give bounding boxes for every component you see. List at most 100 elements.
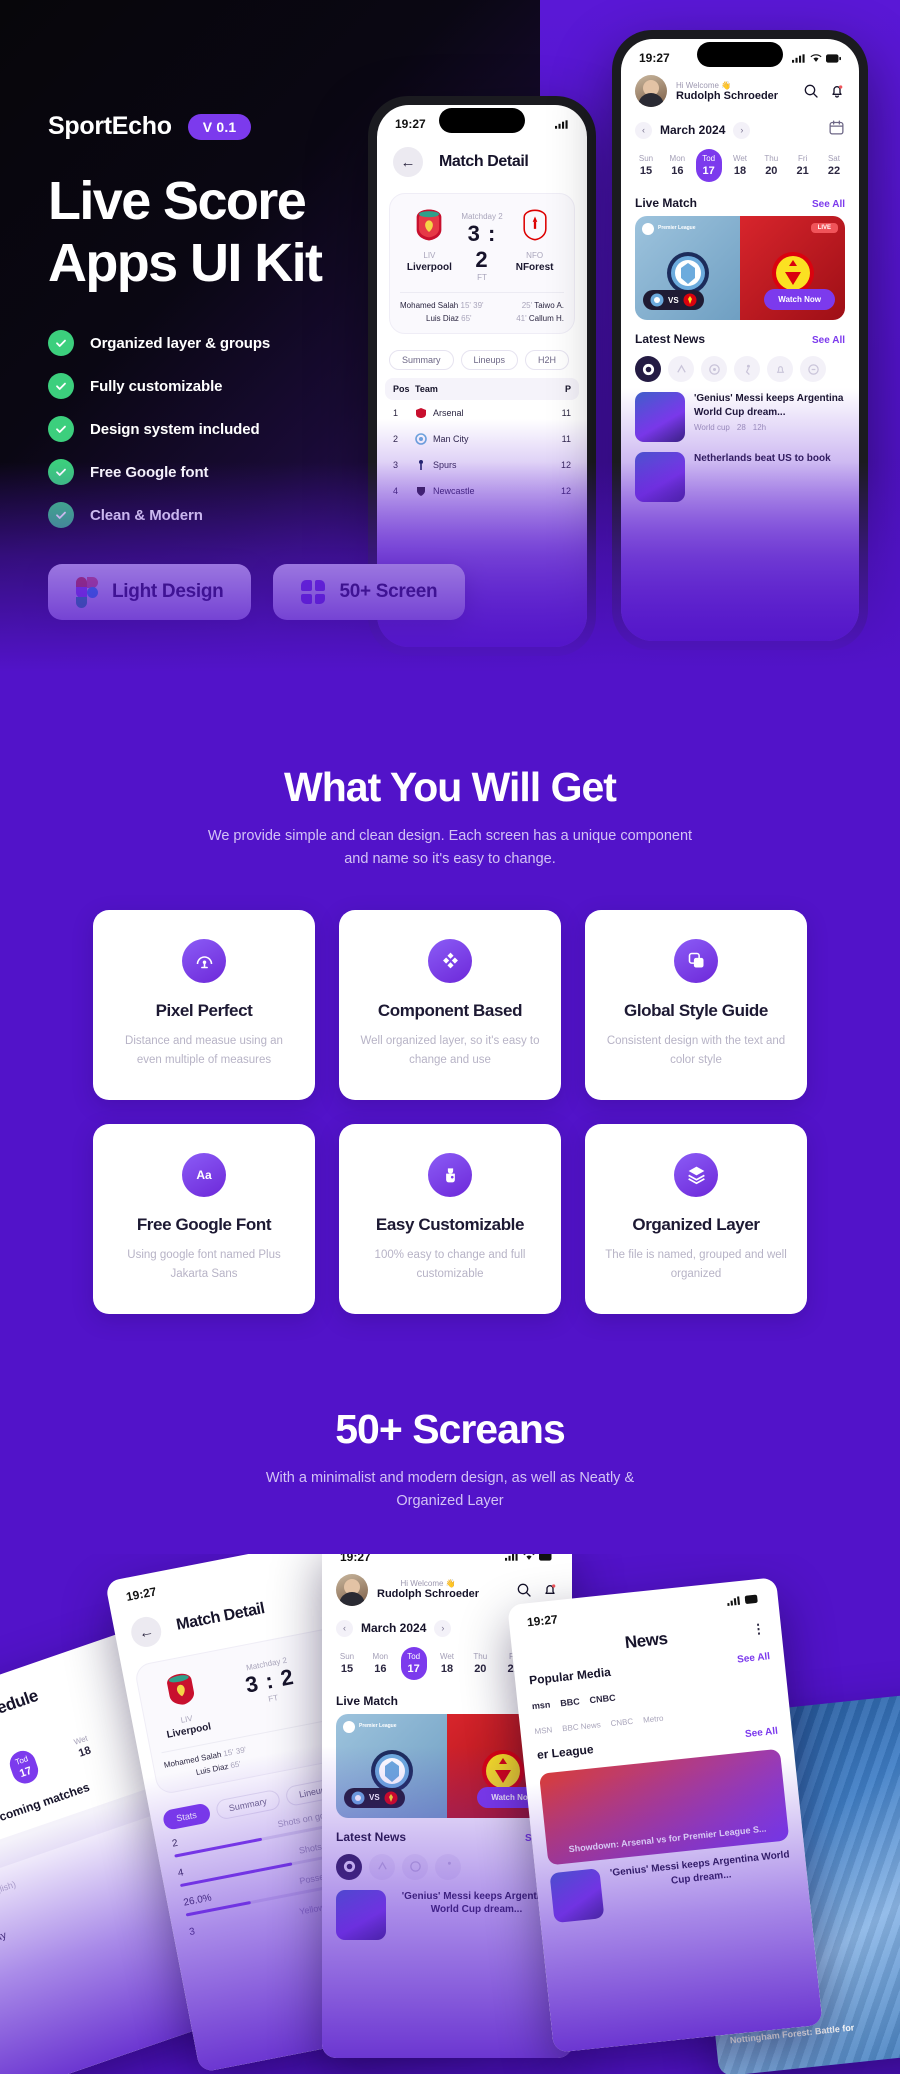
seriea-icon	[409, 1861, 421, 1873]
back-button[interactable]: ←	[128, 1614, 164, 1650]
day-item[interactable]: Thu20	[467, 1647, 493, 1680]
feature-card[interactable]: Organized Layer The file is named, group…	[585, 1123, 807, 1314]
feature-card-desc: The file is named, grouped and well orga…	[605, 1248, 787, 1281]
day-item-active[interactable]: Tod 17	[400, 1646, 427, 1680]
feature-list: Organized layer & groups Fully customiza…	[48, 330, 900, 529]
media-logo-bbc[interactable]: BBC	[560, 1696, 580, 1708]
prev-month-button[interactable]: ‹	[336, 1619, 353, 1637]
screens-subtitle: With a minimalist and modern design, as …	[265, 1469, 635, 1510]
feature-card-desc: Consistent design with the text and colo…	[606, 1034, 786, 1067]
screens-showcase: 2.3K Nottingham Forest: Battle for Sched…	[0, 1553, 900, 2074]
see-all-link[interactable]: See All	[737, 1651, 771, 1665]
day-item[interactable]: Mon 16	[367, 1647, 393, 1680]
light-design-button[interactable]: Light Design	[48, 564, 252, 621]
brand-name: SportEcho	[48, 112, 172, 140]
month-label: March 2024	[361, 1621, 427, 1636]
check-icon	[48, 330, 74, 357]
feature-item: Organized layer & groups	[48, 330, 900, 357]
day-num: 16	[374, 1662, 387, 1675]
day-item-active[interactable]: Tod 17	[6, 1747, 42, 1787]
figma-icon	[76, 577, 98, 609]
version-badge: V 0.1	[187, 113, 252, 140]
liverpool-crest-icon	[167, 1673, 194, 1705]
fixture-team: Man City	[0, 1929, 8, 1953]
day-item[interactable]: Wet 18	[434, 1647, 460, 1680]
feature-item: Fully customizable	[48, 373, 900, 400]
day-item[interactable]: Sun 15	[334, 1647, 360, 1680]
hero-buttons: Light Design 50+ Screen	[48, 564, 900, 621]
day-name: Tod	[407, 1651, 421, 1661]
day-name: Sun	[339, 1651, 355, 1661]
feature-card-title: Global Style Guide	[624, 1000, 768, 1020]
feature-card[interactable]: Component Based Well organized layer, so…	[339, 909, 561, 1100]
media-logo-cnbc[interactable]: CNBC	[589, 1692, 616, 1705]
player-icon	[447, 1862, 451, 1866]
hero-title-line1: Live Score	[48, 171, 307, 231]
home-scorer-min: 15' 39'	[222, 1745, 247, 1759]
news-title: 'Genius' Messi keeps Argentina World Cup…	[401, 1890, 552, 1916]
feature-card-title: Component Based	[377, 1000, 523, 1020]
home-team-col: LIV Liverpool	[147, 1667, 220, 1743]
popular-media-label: Popular Media	[528, 1664, 612, 1688]
news-item[interactable]: 'Genius' Messi keeps Argentina World Cup…	[322, 1888, 572, 1948]
feature-label: Free Google font	[90, 463, 209, 481]
wifi-icon	[523, 1553, 535, 1561]
premier-league-badge: Premier League	[343, 1720, 397, 1733]
status-icons	[727, 1593, 761, 1606]
check-icon	[48, 416, 74, 443]
league-label: er League	[536, 1742, 595, 1762]
feature-card[interactable]: Aa Free Google Font Using google font na…	[93, 1123, 315, 1314]
home-scorer-min-2: 65'	[229, 1759, 242, 1771]
feature-card[interactable]: Pixel Perfect Distance and measue using …	[93, 909, 315, 1100]
feature-card[interactable]: Global Style Guide Consistent design wit…	[585, 909, 807, 1100]
signal-icon	[727, 1595, 740, 1606]
avatar[interactable]	[336, 1573, 368, 1606]
media-label-bbc: BBC News	[561, 1720, 602, 1734]
light-design-label: Light Design	[112, 581, 224, 603]
grid-icon	[301, 580, 326, 605]
more-vertical-icon[interactable]: ⋮	[751, 1620, 768, 1637]
hero-content: SportEcho V 0.1 Live Score Apps UI Kit O…	[0, 0, 900, 621]
layers-icon	[674, 1152, 718, 1197]
manutd-mini-icon	[384, 1791, 398, 1805]
news-hero-card[interactable]: Showdown: Arsenal vs for Premier League …	[539, 1748, 790, 1866]
features-card-grid: Pixel Perfect Distance and measue using …	[0, 909, 900, 1314]
news-thumbnail	[549, 1868, 605, 1924]
day-item[interactable]: Wet 18	[65, 1727, 100, 1767]
see-all-link-2[interactable]: See All	[744, 1726, 778, 1740]
category-seriea[interactable]	[402, 1853, 428, 1880]
screens-title: 50+ Screans	[335, 1405, 566, 1452]
bell-icon[interactable]	[542, 1582, 558, 1598]
category-premier-league[interactable]	[336, 1853, 362, 1880]
next-month-button[interactable]: ›	[434, 1619, 452, 1637]
screens-button[interactable]: 50+ Screen	[273, 564, 466, 621]
feature-label: Organized layer & groups	[90, 334, 271, 352]
features-title: What You Will Get	[284, 764, 617, 810]
media-logo-msn[interactable]: msn	[531, 1699, 550, 1711]
screens-label: 50+ Screen	[339, 581, 438, 603]
category-bundesliga[interactable]	[435, 1853, 461, 1880]
header-icons	[516, 1582, 558, 1598]
status-bar: 19:27	[322, 1553, 572, 1566]
feature-card-title: Organized Layer	[632, 1214, 760, 1234]
battery-icon	[539, 1553, 552, 1562]
check-icon	[48, 373, 74, 400]
pixel-perfect-icon	[182, 938, 226, 983]
score-box: Matchday 2 3 : 2 FT	[241, 1651, 298, 1707]
feature-item: Design system included	[48, 416, 900, 443]
news-title: 'Genius' Messi keeps Argentina World Cup…	[609, 1849, 791, 1887]
mancity-mini-icon	[351, 1791, 365, 1805]
user-name: Rudolph Schroeder	[377, 1588, 480, 1601]
greeting-text: Hi Welcome 👋	[400, 1579, 456, 1589]
feature-card[interactable]: Easy Customizable 100% easy to change an…	[339, 1123, 561, 1314]
league-name: Premier League	[359, 1723, 397, 1730]
screens-section: 50+ Screans With a minimalist and modern…	[0, 1314, 900, 2074]
status-icons	[505, 1553, 554, 1562]
search-icon[interactable]	[516, 1582, 532, 1598]
category-laliga[interactable]	[369, 1853, 395, 1880]
hero-title: Live Score Apps UI Kit	[48, 171, 900, 294]
day-num: 17	[407, 1662, 420, 1675]
stat-value: 26.0%	[182, 1892, 213, 1909]
feature-item: Free Google font	[48, 459, 900, 486]
feature-card-title: Pixel Perfect	[155, 1000, 253, 1020]
